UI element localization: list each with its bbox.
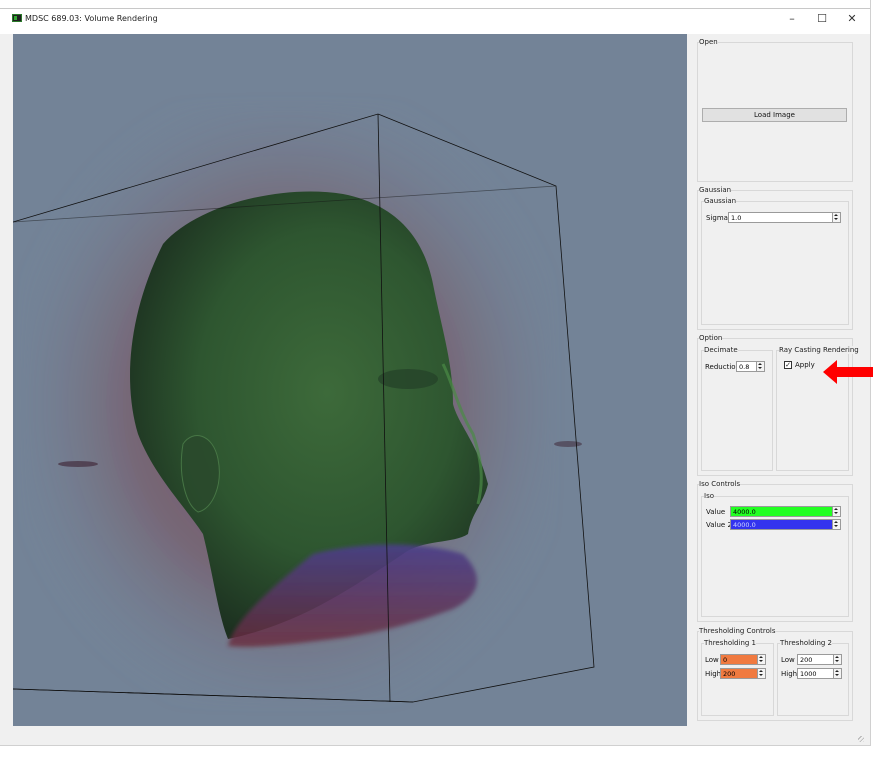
resize-grip-icon[interactable] [858, 736, 864, 742]
ray-casting-title: Ray Casting Rendering [779, 346, 859, 354]
spin-arrows-icon[interactable] [757, 669, 765, 678]
iso-value2: 4000.0 [733, 521, 756, 529]
t2-low-label: Low [781, 656, 795, 664]
iso-value-label: Value [706, 508, 726, 516]
apply-label[interactable]: Apply [795, 361, 815, 369]
reduction-label: Reduction [705, 363, 740, 371]
t1-low-value: 0 [723, 656, 728, 664]
title-bar-divider [0, 8, 870, 9]
red-arrow-icon [823, 360, 873, 384]
t1-high-spinbox[interactable]: 200 [720, 668, 766, 679]
iso-value-spinbox[interactable]: 4000.0 [730, 506, 841, 517]
spin-arrows-icon[interactable] [756, 362, 764, 371]
gaussian-group-title: Gaussian [699, 186, 732, 194]
window-title: MDSC 689.03: Volume Rendering [25, 14, 158, 23]
sigma-label: Sigma [706, 214, 728, 222]
reduction-spinbox[interactable]: 0.8 [736, 361, 765, 372]
spin-arrows-icon[interactable] [832, 507, 840, 516]
decimate-title: Decimate [704, 346, 738, 354]
thresholding2-title: Thresholding 2 [780, 639, 833, 647]
minimize-button[interactable]: – [778, 10, 806, 28]
t2-low-spinbox[interactable]: 200 [797, 654, 842, 665]
render-viewport[interactable] [13, 34, 687, 726]
t2-low-value: 200 [800, 656, 813, 664]
spin-arrows-icon[interactable] [832, 213, 840, 222]
iso-value2-spinbox[interactable]: 4000.0 [730, 519, 841, 530]
red-arrow-shape [823, 360, 873, 384]
open-group-title: Open [699, 38, 718, 46]
maximize-button[interactable]: ☐ [808, 10, 836, 28]
thresholding1-title: Thresholding 1 [704, 639, 757, 647]
t2-high-label: High [781, 670, 798, 678]
app-icon [12, 14, 22, 22]
sigma-value: 1.0 [731, 214, 742, 222]
eye-region [378, 369, 438, 389]
status-bar [0, 728, 870, 745]
sigma-spinbox[interactable]: 1.0 [728, 212, 841, 223]
load-image-button[interactable]: Load Image [702, 108, 847, 122]
application-window: MDSC 689.03: Volume Rendering – ☐ ✕ Open… [0, 0, 871, 746]
gaussian-inner-title: Gaussian [704, 197, 737, 205]
iso-inner-title: Iso [704, 492, 714, 500]
t1-low-spinbox[interactable]: 0 [720, 654, 766, 665]
t2-high-value: 1000 [800, 670, 817, 678]
t1-high-value: 200 [723, 670, 736, 678]
spin-arrows-icon[interactable] [757, 655, 765, 664]
spin-arrows-icon[interactable] [833, 669, 841, 678]
reduction-value: 0.8 [739, 363, 750, 371]
t1-high-label: High [705, 670, 722, 678]
iso-controls-title: Iso Controls [699, 480, 741, 488]
title-bar: MDSC 689.03: Volume Rendering – ☐ ✕ [0, 0, 870, 34]
thresholding-title: Thresholding Controls [699, 627, 776, 635]
spin-arrows-icon[interactable] [832, 520, 840, 529]
iso-value2-label: Value 2 [706, 521, 732, 529]
apply-checkbox[interactable]: ✓ [784, 361, 792, 369]
artifact-left [58, 461, 98, 467]
t2-high-spinbox[interactable]: 1000 [797, 668, 842, 679]
spin-arrows-icon[interactable] [833, 655, 841, 664]
artifact-right [554, 441, 582, 447]
t1-low-label: Low [705, 656, 719, 664]
volume-rendering [13, 104, 595, 704]
iso-value: 4000.0 [733, 508, 756, 516]
close-button[interactable]: ✕ [838, 10, 866, 28]
option-group-title: Option [699, 334, 723, 342]
